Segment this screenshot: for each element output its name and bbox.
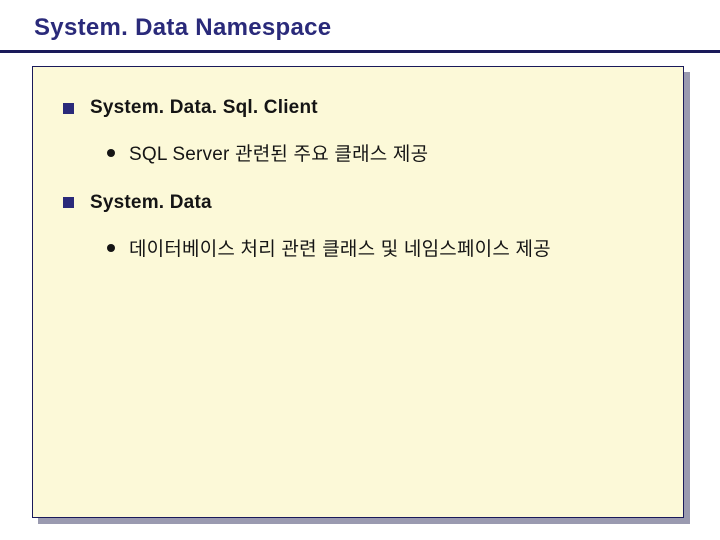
list-item: System. Data 데이터베이스 처리 관련 클래스 및 네임스페이스 제… <box>63 192 653 265</box>
square-bullet-icon <box>63 103 74 114</box>
level1-line: System. Data <box>63 192 653 214</box>
level1-line: System. Data. Sql. Client <box>63 97 653 119</box>
level1-label: System. Data <box>90 192 212 214</box>
square-bullet-icon <box>63 197 74 208</box>
title-divider <box>0 50 720 53</box>
level2-text: SQL Server 관련된 주요 클래스 제공 <box>129 141 428 170</box>
level2-text: 데이터베이스 처리 관련 클래스 및 네임스페이스 제공 <box>129 236 551 265</box>
list-item: SQL Server 관련된 주요 클래스 제공 <box>107 141 653 170</box>
list-item: System. Data. Sql. Client SQL Server 관련된… <box>63 97 653 170</box>
list-item: 데이터베이스 처리 관련 클래스 및 네임스페이스 제공 <box>107 236 653 265</box>
slide-title: System. Data Namespace <box>34 14 720 42</box>
content-panel: System. Data. Sql. Client SQL Server 관련된… <box>32 66 684 518</box>
disc-bullet-icon <box>107 244 115 252</box>
disc-bullet-icon <box>107 149 115 157</box>
level1-label: System. Data. Sql. Client <box>90 97 318 119</box>
title-area: System. Data Namespace <box>0 0 720 50</box>
